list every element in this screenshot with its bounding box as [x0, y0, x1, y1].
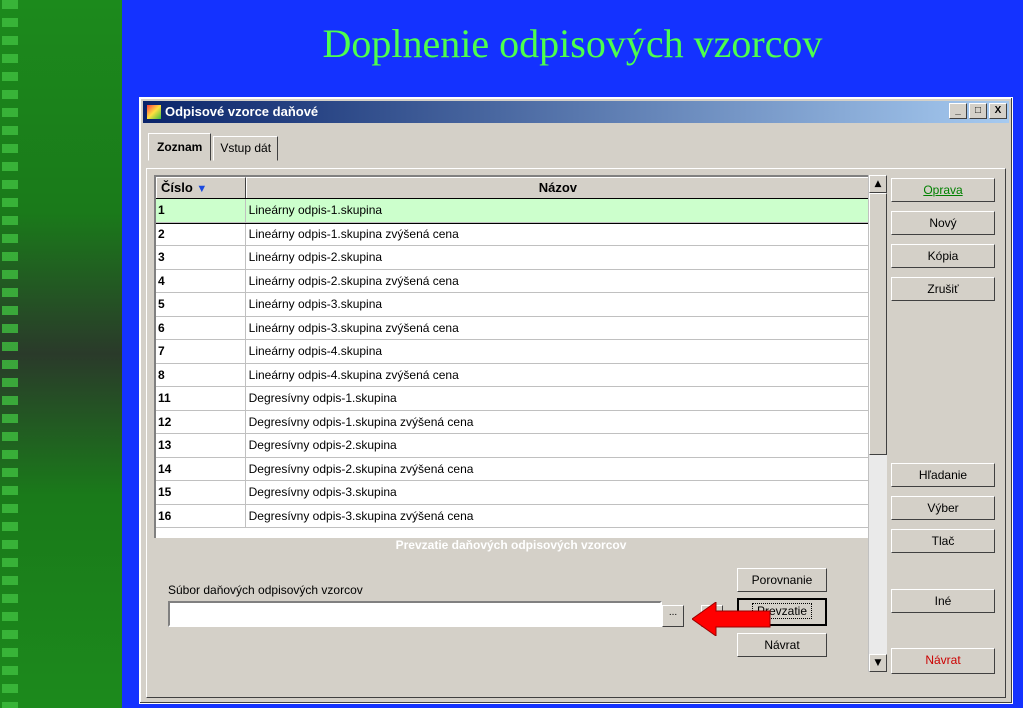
red-arrow-icon	[692, 602, 771, 636]
slide-title: Doplnenie odpisových vzorcov	[322, 21, 823, 66]
sort-down-icon: ▼	[196, 183, 208, 195]
table-row[interactable]: 6 Lineárny odpis-3.skupina zvýšená cena	[156, 316, 870, 340]
cell-cislo: 1	[156, 199, 246, 222]
app-icon	[147, 105, 161, 119]
decorative-stripe	[0, 0, 122, 708]
cell-cislo: 2	[156, 222, 246, 245]
window-controls: _ □ X	[949, 103, 1007, 119]
table-row[interactable]: 1 Lineárny odpis-1.skupina	[156, 198, 870, 224]
cell-nazov: Degresívny odpis-2.skupina zvýšená cena	[248, 461, 474, 476]
cell-nazov: Lineárny odpis-2.skupina zvýšená cena	[248, 273, 459, 288]
cell-nazov: Lineárny odpis-3.skupina zvýšená cena	[248, 320, 459, 335]
import-panel-title: Prevzatie daňových odpisových vzorcov	[395, 538, 627, 552]
stripe-dots	[2, 0, 18, 708]
novy-button[interactable]: Nový	[891, 211, 995, 235]
cell-nazov: Degresívny odpis-1.skupina zvýšená cena	[248, 414, 474, 429]
cell-nazov: Lineárny odpis-2.skupina	[248, 250, 383, 264]
tlac-button[interactable]: Tlač	[891, 529, 995, 553]
oprava-button[interactable]: Oprava	[891, 178, 995, 202]
table-row[interactable]: 2 Lineárny odpis-1.skupina zvýšená cena	[156, 222, 870, 246]
window-title: Odpisové vzorce daňové	[165, 104, 319, 119]
scroll-up-icon[interactable]: ▲	[869, 175, 887, 193]
cell-nazov: Lineárny odpis-3.skupina	[248, 297, 383, 311]
scroll-down-icon[interactable]: ▼	[869, 654, 887, 672]
table-row[interactable]: 14 Degresívny odpis-2.skupina zvýšená cen…	[156, 457, 870, 481]
cell-nazov: Lineárny odpis-4.skupina	[248, 344, 383, 358]
cell-cislo: 7	[156, 340, 246, 363]
tab-zoznam[interactable]: Zoznam	[148, 133, 212, 161]
cell-nazov: Lineárny odpis-1.skupina zvýšená cena	[248, 226, 459, 241]
table-row[interactable]: 7 Lineárny odpis-4.skupina	[156, 340, 870, 364]
table-row[interactable]: 11 Degresívny odpis-1.skupina	[156, 387, 870, 411]
tab-bar: Zoznam Vstup dát	[148, 133, 280, 161]
file-input[interactable]	[168, 601, 662, 627]
table-row[interactable]: 3 Lineárny odpis-2.skupina	[156, 246, 870, 270]
cell-nazov: Degresívny odpis-2.skupina	[248, 438, 397, 452]
compare-button[interactable]: Porovnanie	[737, 568, 827, 592]
header-cislo-label: Číslo	[161, 180, 193, 195]
table-row[interactable]: 15 Degresívny odpis-3.skupina	[156, 481, 870, 505]
file-label: Súbor daňových odpisových vzorcov	[168, 583, 363, 597]
cell-nazov: Degresívny odpis-3.skupina zvýšená cena	[248, 508, 474, 523]
table-row[interactable]: 13 Degresívny odpis-2.skupina	[156, 434, 870, 458]
table-row[interactable]: 8 Lineárny odpis-4.skupina zvýšená cena	[156, 363, 870, 387]
cell-cislo: 12	[156, 410, 246, 433]
cell-cislo: 13	[156, 434, 246, 457]
table-row[interactable]: 16 Degresívny odpis-3.skupina zvýšená cen…	[156, 504, 870, 528]
cell-cislo: 5	[156, 293, 246, 316]
cell-cislo: 16	[156, 504, 246, 527]
table-row[interactable]: 12 Degresívny odpis-1.skupina zvýšená cen…	[156, 410, 870, 434]
cell-cislo: 3	[156, 246, 246, 269]
table-row[interactable]: 5 Lineárny odpis-3.skupina	[156, 293, 870, 317]
navrat-button[interactable]: Návrat	[891, 648, 995, 674]
cell-cislo: 6	[156, 316, 246, 339]
zrusit-button[interactable]: Zrušiť	[891, 277, 995, 301]
app-window: Odpisové vzorce daňové _ □ X Zoznam Vstu…	[139, 97, 1013, 704]
cell-nazov: Degresívny odpis-3.skupina	[248, 485, 397, 499]
cell-nazov: Degresívny odpis-1.skupina	[248, 391, 397, 405]
browse-button[interactable]: ...	[662, 605, 684, 627]
cell-cislo: 8	[156, 363, 246, 386]
tab-vstup-dat[interactable]: Vstup dát	[213, 136, 279, 161]
close-button[interactable]: X	[989, 103, 1007, 119]
cell-cislo: 4	[156, 269, 246, 292]
grid-header: Číslo ▼ Názov	[156, 177, 870, 199]
header-cislo[interactable]: Číslo ▼	[156, 177, 246, 199]
header-nazov[interactable]: Názov	[245, 177, 870, 199]
cell-cislo: 15	[156, 481, 246, 504]
table-row[interactable]: 4 Lineárny odpis-2.skupina zvýšená cena	[156, 269, 870, 293]
grid-rows: 1 Lineárny odpis-1.skupina 2 Lineárny odpis…	[156, 198, 870, 528]
hladanie-button[interactable]: Hľadanie	[891, 463, 995, 487]
cell-cislo: 11	[156, 387, 246, 410]
vyber-button[interactable]: Výber	[891, 496, 995, 520]
cell-cislo: 14	[156, 457, 246, 480]
maximize-button[interactable]: □	[969, 103, 987, 119]
scroll-thumb[interactable]	[869, 193, 887, 455]
vertical-scrollbar[interactable]: ▲ ▼	[868, 175, 887, 672]
ine-button[interactable]: Iné	[891, 589, 995, 613]
minimize-button[interactable]: _	[949, 103, 967, 119]
cell-nazov: Lineárny odpis-1.skupina	[248, 203, 383, 217]
back-button[interactable]: Návrat	[737, 633, 827, 657]
cell-nazov: Lineárny odpis-4.skupina zvýšená cena	[248, 367, 459, 382]
kopia-button[interactable]: Kópia	[891, 244, 995, 268]
window-titlebar: Odpisové vzorce daňové _ □ X	[143, 101, 1009, 123]
